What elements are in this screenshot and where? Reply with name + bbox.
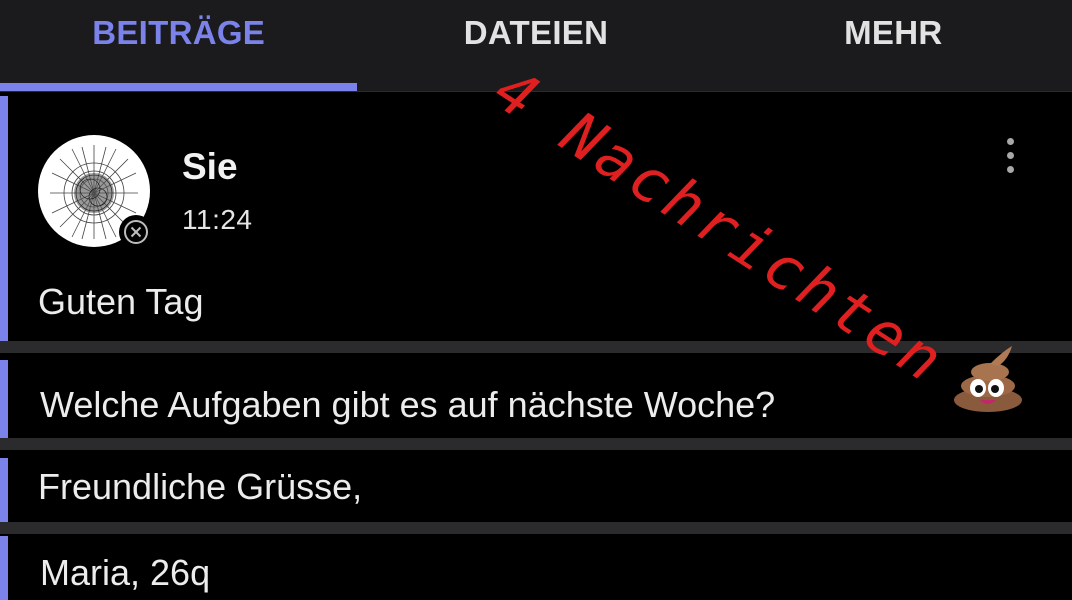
author-name[interactable]: Sie bbox=[182, 146, 238, 188]
message-accent-bar bbox=[0, 360, 8, 438]
more-vertical-icon[interactable] bbox=[990, 132, 1030, 178]
message-separator bbox=[0, 438, 1072, 450]
poop-emoji-icon bbox=[950, 342, 1026, 414]
tab-dateien-label: DATEIEN bbox=[463, 14, 609, 51]
message-separator bbox=[0, 522, 1072, 534]
tab-mehr-label: MEHR bbox=[844, 14, 943, 51]
message-text: Guten Tag bbox=[38, 281, 204, 322]
active-tab-indicator bbox=[0, 83, 358, 91]
message-accent-bar bbox=[0, 536, 8, 600]
tab-beitraege[interactable]: BEITRÄGE bbox=[0, 0, 358, 91]
message-accent-bar bbox=[0, 458, 8, 522]
tab-beitraege-label: BEITRÄGE bbox=[92, 14, 266, 51]
message-text: Maria, 26q bbox=[40, 552, 211, 593]
tab-mehr[interactable]: MEHR bbox=[715, 0, 1072, 91]
message-accent-bar bbox=[0, 96, 8, 341]
message-text: Freundliche Grüsse, bbox=[38, 466, 363, 507]
message-text: Welche Aufgaben gibt es auf nächste Woch… bbox=[40, 384, 776, 425]
message-timestamp: 11:24 bbox=[182, 204, 253, 235]
offline-status-icon bbox=[119, 215, 153, 249]
